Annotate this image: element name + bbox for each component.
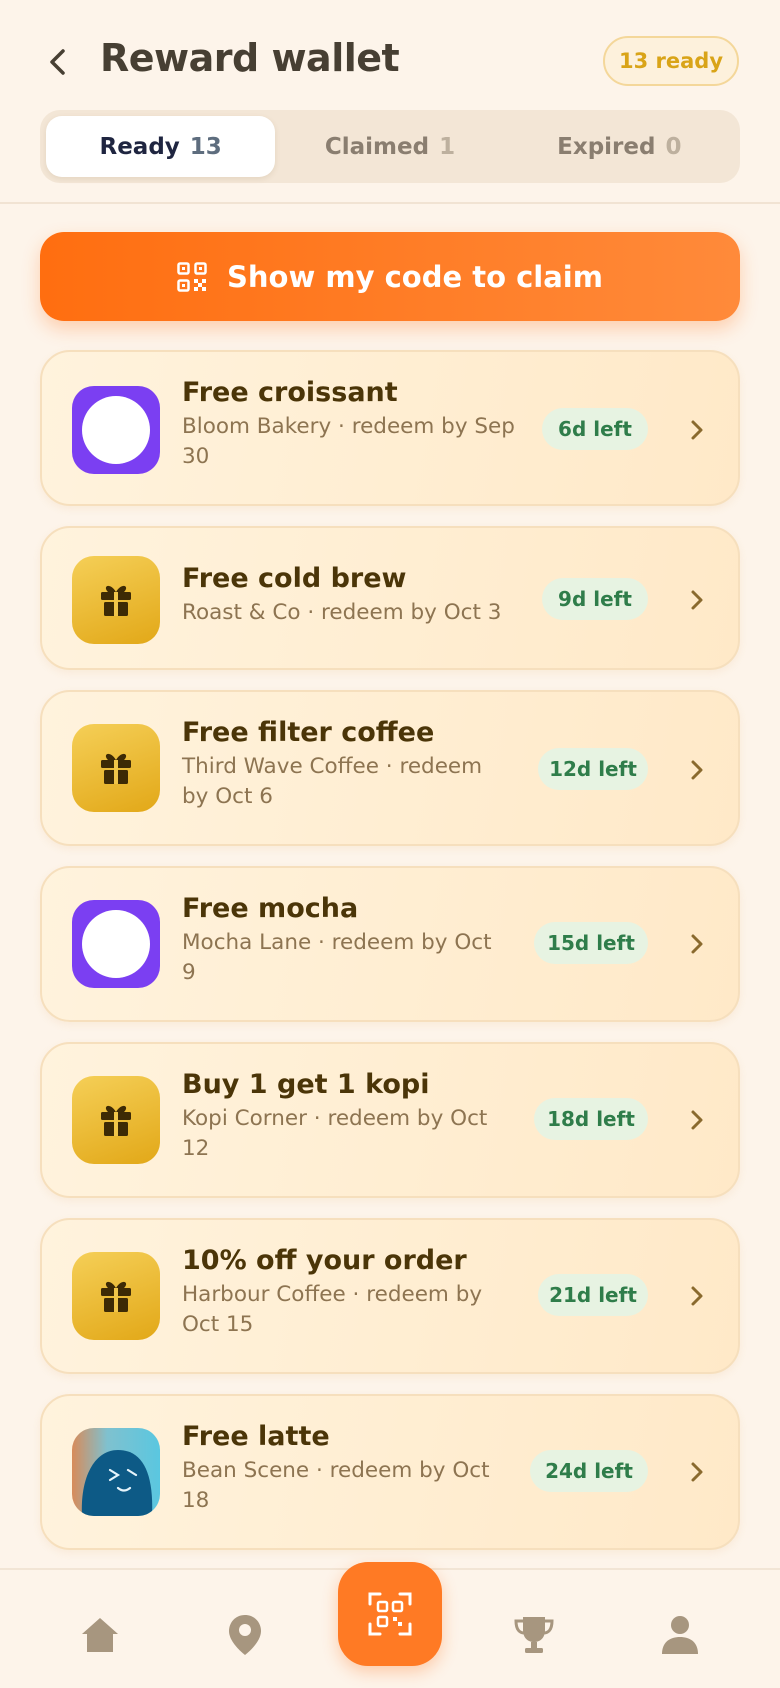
reward-title: Buy 1 get 1 kopi bbox=[182, 1069, 430, 1100]
reward-subtitle: Harbour Coffee · redeem by Oct 15 bbox=[182, 1282, 483, 1337]
show-code-button[interactable]: Show my code to claim bbox=[40, 232, 740, 321]
reward-thumbnail bbox=[72, 900, 160, 988]
reward-card[interactable]: Free mocha Mocha Lane · redeem by Oct 9 … bbox=[40, 866, 740, 1022]
reward-subtitle: Kopi Corner · redeem by Oct 12 bbox=[182, 1106, 488, 1161]
gift-icon bbox=[101, 753, 131, 784]
reward-card[interactable]: Free latte Bean Scene · redeem by Oct 18… bbox=[40, 1394, 740, 1550]
tab-claimed[interactable]: Claimed 1 bbox=[275, 116, 504, 177]
nav-scan[interactable] bbox=[338, 1562, 442, 1666]
reward-title: Free mocha bbox=[182, 893, 359, 924]
reward-card[interactable]: Buy 1 get 1 kopi Kopi Corner · redeem by… bbox=[40, 1042, 740, 1198]
tab-count: 0 bbox=[665, 133, 682, 160]
tab-count: 13 bbox=[189, 133, 222, 160]
chevron-right-icon bbox=[691, 590, 703, 610]
chevron-right-icon bbox=[691, 1286, 703, 1306]
header-divider bbox=[0, 202, 780, 204]
days-left-badge: 6d left bbox=[542, 408, 648, 450]
reward-thumbnail bbox=[72, 556, 160, 644]
header: Reward wallet 13 ready bbox=[0, 0, 780, 110]
tab-label: Claimed bbox=[324, 133, 430, 160]
reward-title: Free filter coffee bbox=[182, 717, 435, 748]
reward-subtitle: Third Wave Coffee · redeem by Oct 6 bbox=[182, 754, 483, 809]
reward-thumbnail bbox=[72, 1252, 160, 1340]
reward-thumbnail bbox=[72, 1076, 160, 1164]
reward-subtitle: Mocha Lane · redeem by Oct 9 bbox=[182, 930, 492, 985]
tab-ready[interactable]: Ready 13 bbox=[46, 116, 276, 177]
reward-card[interactable]: 10% off your order Harbour Coffee · rede… bbox=[40, 1218, 740, 1374]
reward-subtitle: Bean Scene · redeem by Oct 18 bbox=[182, 1458, 490, 1513]
show-code-label: Show my code to claim bbox=[227, 259, 603, 294]
tab-label: Ready bbox=[99, 133, 180, 160]
scan-qr-icon bbox=[368, 1592, 412, 1636]
gift-icon bbox=[101, 1105, 131, 1136]
reward-thumbnail bbox=[72, 724, 160, 812]
chevron-right-icon bbox=[691, 934, 703, 954]
reward-card[interactable]: Free croissant Bloom Bakery · redeem by … bbox=[40, 350, 740, 506]
profile-icon bbox=[662, 1616, 698, 1654]
reward-subtitle: Roast & Co · redeem by Oct 3 bbox=[182, 600, 502, 625]
chevron-right-icon bbox=[691, 420, 703, 440]
days-left-badge: 12d left bbox=[538, 748, 648, 790]
days-left-badge: 9d left bbox=[542, 578, 648, 620]
reward-card[interactable]: Free filter coffee Third Wave Coffee · r… bbox=[40, 690, 740, 846]
days-left-badge: 24d left bbox=[530, 1450, 648, 1492]
nav-home[interactable] bbox=[70, 1610, 130, 1660]
reward-title: Free croissant bbox=[182, 377, 398, 408]
reward-title: 10% off your order bbox=[182, 1245, 467, 1276]
qr-code-icon bbox=[177, 261, 207, 292]
chevron-left-icon bbox=[50, 49, 65, 75]
bottom-nav bbox=[0, 1562, 780, 1688]
chevron-right-icon bbox=[691, 1110, 703, 1130]
ready-count-badge: 13 ready bbox=[603, 36, 739, 86]
home-icon bbox=[82, 1618, 118, 1652]
nav-rewards[interactable] bbox=[504, 1610, 564, 1660]
tab-expired[interactable]: Expired 0 bbox=[505, 116, 734, 177]
gift-icon bbox=[101, 585, 131, 616]
tab-count: 1 bbox=[439, 133, 456, 160]
nav-map[interactable] bbox=[215, 1610, 275, 1660]
location-pin-icon bbox=[229, 1615, 261, 1655]
reward-thumbnail bbox=[72, 1428, 160, 1516]
filter-tabs: Ready 13 Claimed 1 Expired 0 bbox=[40, 110, 740, 183]
trophy-icon bbox=[514, 1617, 554, 1653]
chevron-right-icon bbox=[691, 1462, 703, 1482]
back-button[interactable] bbox=[40, 40, 76, 84]
reward-thumbnail bbox=[72, 386, 160, 474]
days-left-badge: 21d left bbox=[538, 1274, 648, 1316]
page-title: Reward wallet bbox=[100, 36, 400, 80]
gift-icon bbox=[101, 1281, 131, 1312]
avatar-image bbox=[81, 1450, 153, 1516]
reward-title: Free latte bbox=[182, 1421, 330, 1452]
nav-profile[interactable] bbox=[650, 1610, 710, 1660]
days-left-badge: 15d left bbox=[534, 922, 648, 964]
tab-label: Expired bbox=[557, 133, 656, 160]
reward-title: Free cold brew bbox=[182, 563, 407, 594]
chevron-right-icon bbox=[691, 760, 703, 780]
reward-card[interactable]: Free cold brew Roast & Co · redeem by Oc… bbox=[40, 526, 740, 670]
days-left-badge: 18d left bbox=[534, 1098, 648, 1140]
reward-subtitle: Bloom Bakery · redeem by Sep 30 bbox=[182, 414, 515, 469]
